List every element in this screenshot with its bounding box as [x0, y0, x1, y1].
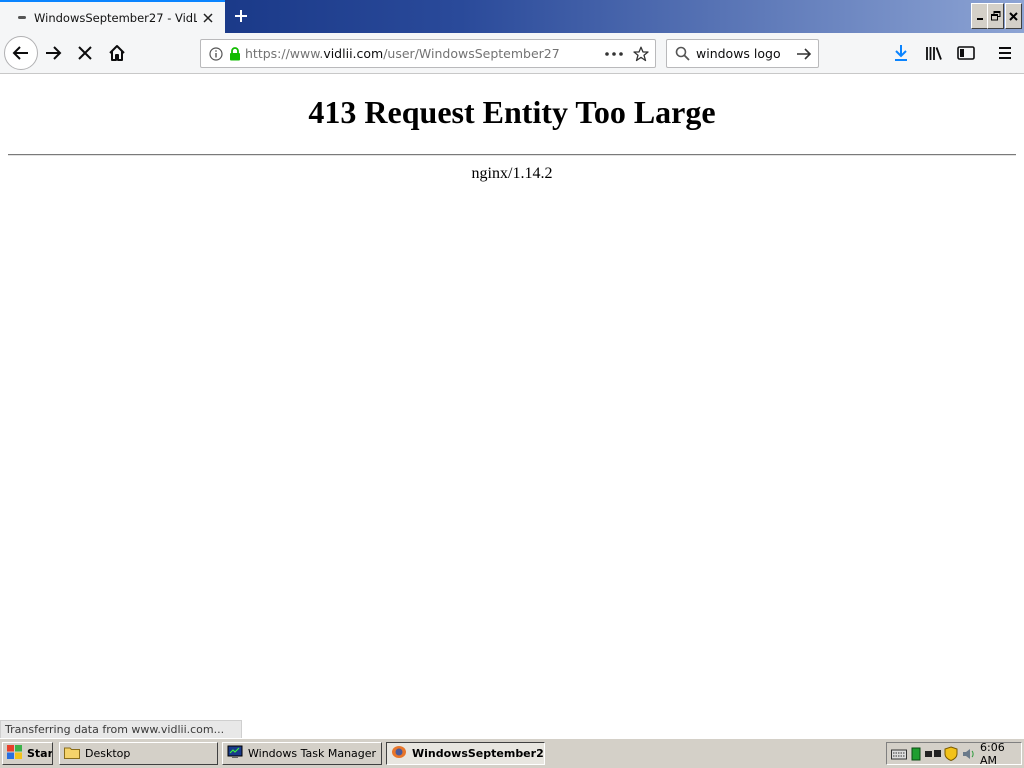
- new-tab-button[interactable]: [229, 4, 253, 28]
- minimize-button[interactable]: [971, 3, 988, 29]
- network-icon[interactable]: [910, 747, 922, 761]
- taskbar-item-label: Windows Task Manager: [248, 747, 377, 760]
- volume-icon[interactable]: [961, 747, 977, 761]
- tab-active[interactable]: WindowsSeptember27 - VidLii: [0, 0, 225, 33]
- forward-button[interactable]: [37, 37, 69, 69]
- taskbar: Start Desktop Windows Task Manager Windo…: [0, 738, 1024, 768]
- downloads-button[interactable]: [885, 37, 917, 69]
- forward-arrow-icon: [46, 46, 62, 60]
- download-icon: [895, 45, 907, 61]
- secure-lock-icon[interactable]: [229, 46, 241, 61]
- system-tray: 6:06 AM: [886, 741, 1022, 767]
- sidebar-icon: [957, 46, 975, 60]
- stop-icon: [78, 46, 92, 60]
- taskbar-item-desktop[interactable]: Desktop: [59, 742, 218, 765]
- taskbar-item-firefox[interactable]: WindowsSeptember2...: [386, 742, 545, 765]
- tab-close-icon[interactable]: [197, 7, 219, 29]
- search-go-icon[interactable]: [796, 47, 812, 61]
- url-text[interactable]: https://www.vidlii.com/user/WindowsSepte…: [241, 46, 605, 61]
- library-button[interactable]: [918, 37, 950, 69]
- taskbar-item-task-manager[interactable]: Windows Task Manager: [222, 742, 382, 765]
- search-input[interactable]: [696, 46, 796, 61]
- stop-button[interactable]: [69, 37, 101, 69]
- clock[interactable]: 6:06 AM: [980, 741, 1013, 767]
- page-content: 413 Request Entity Too Large nginx/1.14.…: [0, 74, 1024, 738]
- bookmark-star-icon[interactable]: [633, 46, 649, 62]
- server-signature: nginx/1.14.2: [471, 165, 553, 182]
- search-bar[interactable]: [666, 39, 819, 68]
- taskbar-item-label: Desktop: [85, 747, 131, 760]
- home-button[interactable]: [101, 37, 133, 69]
- start-label: Start: [27, 747, 53, 760]
- back-button[interactable]: [4, 36, 38, 70]
- library-icon: [926, 47, 942, 60]
- sidebar-button[interactable]: [950, 37, 982, 69]
- task-manager-icon: [227, 745, 243, 762]
- status-panel: Transferring data from www.vidlii.com...: [0, 720, 242, 739]
- error-heading: 413 Request Entity Too Large: [308, 94, 716, 130]
- firefox-icon: [391, 745, 407, 762]
- home-icon: [109, 45, 125, 61]
- back-arrow-icon: [12, 46, 28, 60]
- menu-button[interactable]: [989, 37, 1021, 69]
- close-window-button[interactable]: [1005, 3, 1022, 29]
- hamburger-menu-icon: [999, 47, 1011, 59]
- search-icon: [675, 46, 690, 61]
- windows-logo-icon: [7, 745, 22, 762]
- restore-button[interactable]: [987, 3, 1004, 29]
- tab-favicon-icon: [18, 16, 26, 19]
- divider: [8, 154, 1016, 156]
- start-button[interactable]: Start: [2, 742, 53, 765]
- folder-icon: [64, 746, 80, 762]
- tab-title: WindowsSeptember27 - VidLii: [34, 10, 197, 25]
- navigation-toolbar: https://www.vidlii.com/user/WindowsSepte…: [0, 33, 1024, 74]
- security-shield-icon[interactable]: [944, 746, 958, 761]
- info-icon[interactable]: [209, 46, 223, 61]
- connection-icon[interactable]: [925, 747, 941, 761]
- taskbar-item-label: WindowsSeptember2...: [412, 747, 545, 760]
- tab-strip: WindowsSeptember27 - VidLii: [0, 0, 1024, 33]
- keyboard-icon[interactable]: [891, 748, 907, 760]
- page-actions-icon[interactable]: [605, 51, 623, 56]
- url-bar[interactable]: https://www.vidlii.com/user/WindowsSepte…: [200, 39, 656, 68]
